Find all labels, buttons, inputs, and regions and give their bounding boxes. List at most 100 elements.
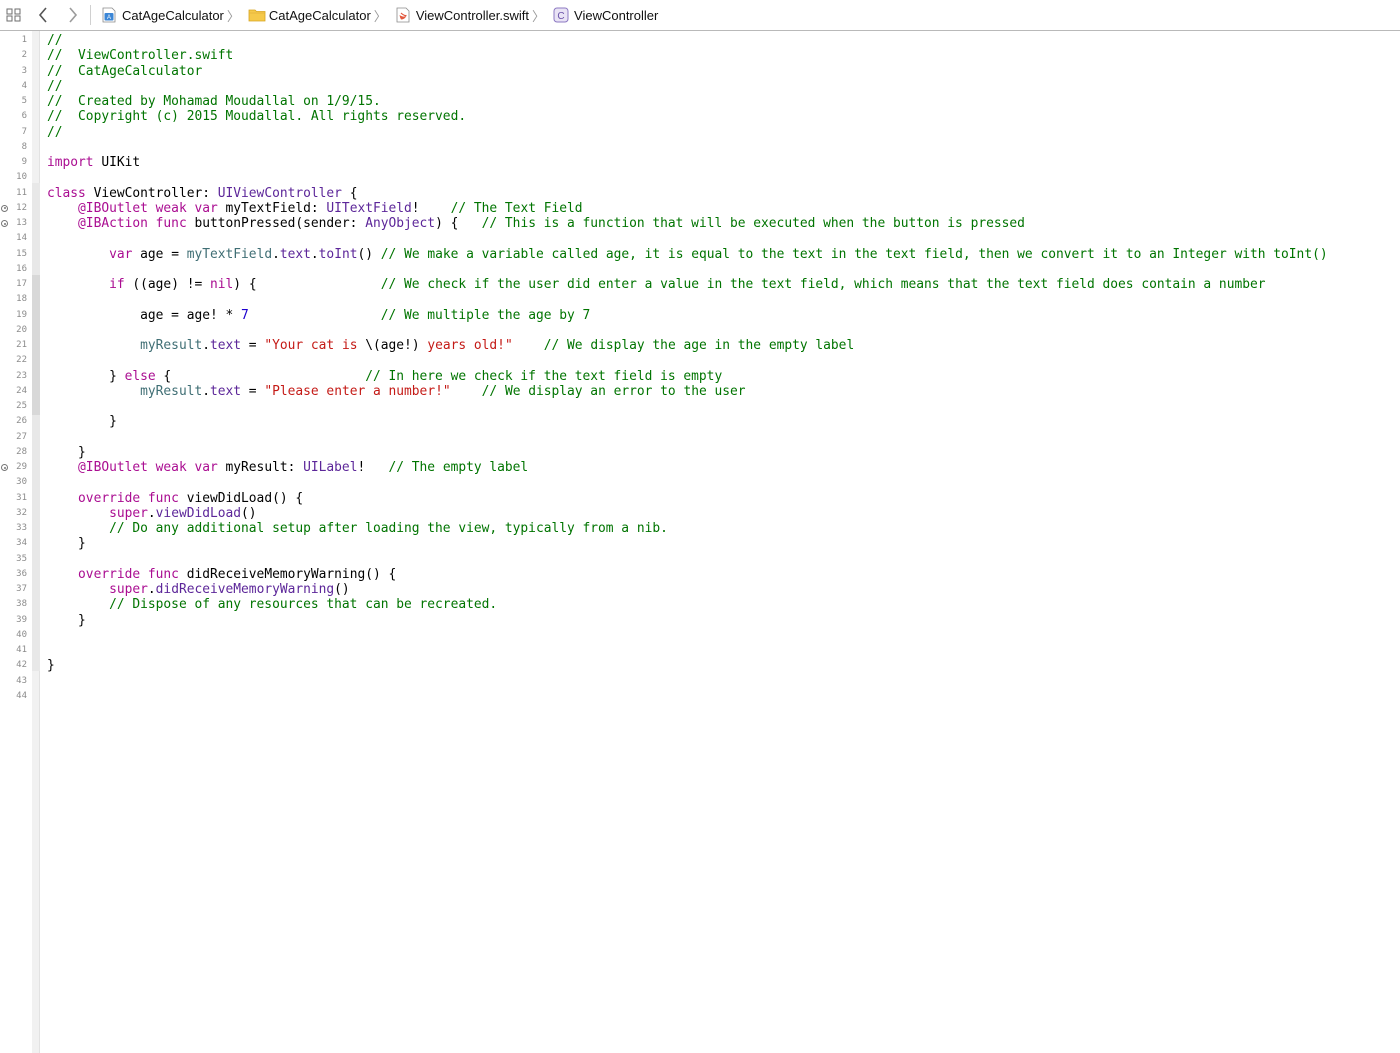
- code-line[interactable]: }: [47, 445, 86, 460]
- code-line[interactable]: }: [47, 613, 86, 628]
- gutter-line[interactable]: 7: [0, 125, 32, 140]
- gutter-line[interactable]: 28: [0, 445, 32, 460]
- code-line[interactable]: // Copyright (c) 2015 Moudallal. All rig…: [47, 109, 466, 124]
- code-line[interactable]: @IBOutlet weak var myTextField: UITextFi…: [47, 201, 582, 216]
- gutter-line[interactable]: 1: [0, 33, 32, 48]
- line-number-gutter[interactable]: 1 2 3 4 5 6 7 8 9 10 11 12 13 14 15 16 17 18 19 20 21 22 23 24 2…: [0, 31, 32, 1053]
- gutter-line[interactable]: 16: [0, 262, 32, 277]
- code-line[interactable]: //: [47, 79, 63, 94]
- gutter-line[interactable]: 42: [0, 658, 32, 673]
- gutter-line[interactable]: 29: [0, 460, 32, 475]
- gutter-line[interactable]: 41: [0, 643, 32, 658]
- gutter-line[interactable]: 24: [0, 384, 32, 399]
- code-line[interactable]: class ViewController: UIViewController {: [47, 186, 357, 201]
- code-line[interactable]: myResult.text = "Your cat is \(age!) yea…: [47, 338, 854, 353]
- gutter-line[interactable]: 19: [0, 308, 32, 323]
- gutter-line[interactable]: 15: [0, 247, 32, 262]
- code-token: .: [147, 582, 156, 597]
- gutter-line[interactable]: 5: [0, 94, 32, 109]
- chevron-left-icon[interactable]: [28, 0, 58, 31]
- code-token: .: [202, 383, 210, 399]
- code-token: text: [210, 338, 242, 353]
- fold-region-viewdidload[interactable]: [32, 488, 40, 549]
- gutter-line[interactable]: 40: [0, 628, 32, 643]
- gutter-line[interactable]: 26: [0, 414, 32, 429]
- code-line[interactable]: }: [47, 658, 55, 673]
- breadcrumb-group[interactable]: CatAgeCalculator 〉: [242, 0, 389, 31]
- line-number: 5: [21, 96, 27, 106]
- code-line[interactable]: // CatAgeCalculator: [47, 64, 202, 79]
- fold-region-if[interactable]: [32, 275, 40, 415]
- connected-outlet-icon[interactable]: [1, 220, 8, 227]
- gutter-line[interactable]: 3: [0, 64, 32, 79]
- gutter-line[interactable]: 2: [0, 48, 32, 63]
- gutter-line[interactable]: 27: [0, 430, 32, 445]
- gutter-line[interactable]: 36: [0, 567, 32, 582]
- code-line[interactable]: myResult.text = "Please enter a number!"…: [47, 383, 745, 399]
- gutter-line[interactable]: 10: [0, 170, 32, 185]
- source-editor[interactable]: //// ViewController.swift// CatAgeCalcul…: [40, 31, 1400, 1053]
- code-line[interactable]: var age = myTextField.text.toInt() // We…: [47, 247, 1328, 262]
- gutter-line[interactable]: 31: [0, 491, 32, 506]
- code-token: else: [124, 368, 156, 384]
- gutter-line[interactable]: 38: [0, 597, 32, 612]
- line-number: 25: [16, 401, 27, 411]
- gutter-line[interactable]: 23: [0, 369, 32, 384]
- code-line[interactable]: override func viewDidLoad() {: [47, 491, 303, 506]
- related-items-grid-icon[interactable]: [0, 0, 28, 31]
- code-line[interactable]: //: [47, 33, 63, 48]
- gutter-line[interactable]: 17: [0, 277, 32, 292]
- gutter-line[interactable]: 30: [0, 475, 32, 490]
- connected-outlet-icon[interactable]: [1, 204, 8, 212]
- breadcrumb-file[interactable]: ViewController.swift 〉: [389, 0, 547, 31]
- breadcrumb-class[interactable]: C ViewController: [547, 0, 658, 31]
- gutter-line[interactable]: 33: [0, 521, 32, 536]
- line-number: 18: [16, 294, 27, 305]
- connected-outlet-icon[interactable]: [1, 464, 8, 471]
- code-folding-ribbon[interactable]: [32, 31, 40, 1053]
- code-line[interactable]: if ((age) != nil) { // We check if the u…: [47, 277, 1265, 292]
- gutter-line[interactable]: 4: [0, 79, 32, 94]
- chevron-right-icon[interactable]: [58, 0, 88, 31]
- gutter-line[interactable]: 8: [0, 140, 32, 155]
- gutter-line[interactable]: 18: [0, 292, 32, 307]
- code-line[interactable]: } else { // In here we check if the text…: [47, 369, 722, 384]
- gutter-line[interactable]: 37: [0, 582, 32, 597]
- gutter-line[interactable]: 21: [0, 338, 32, 353]
- code-line[interactable]: import UIKit: [47, 155, 140, 170]
- code-line[interactable]: super.didReceiveMemoryWarning(): [47, 582, 350, 597]
- code-line[interactable]: // Dispose of any resources that can be …: [47, 597, 497, 612]
- gutter-line[interactable]: 39: [0, 613, 32, 628]
- code-line[interactable]: //: [47, 125, 63, 140]
- gutter-line[interactable]: 43: [0, 674, 32, 689]
- gutter-line[interactable]: 14: [0, 231, 32, 246]
- fold-region-memorywarning[interactable]: [32, 564, 40, 625]
- breadcrumb-project[interactable]: A CatAgeCalculator 〉: [95, 0, 242, 31]
- gutter-line[interactable]: 32: [0, 506, 32, 521]
- gutter-line[interactable]: 9: [0, 155, 32, 170]
- line-number: 10: [16, 172, 27, 183]
- code-line[interactable]: // Created by Mohamad Moudallal on 1/9/1…: [47, 94, 381, 109]
- code-line[interactable]: // ViewController.swift: [47, 48, 233, 63]
- gutter-line[interactable]: 6: [0, 109, 32, 124]
- gutter-line[interactable]: 12: [0, 201, 32, 216]
- code-line[interactable]: }: [47, 536, 86, 551]
- gutter-line[interactable]: 22: [0, 353, 32, 368]
- code-line[interactable]: // Do any additional setup after loading…: [47, 521, 668, 536]
- code-token: }: [47, 612, 86, 628]
- code-line[interactable]: @IBAction func buttonPressed(sender: Any…: [47, 216, 1025, 231]
- code-line[interactable]: age = age! * 7 // We multiple the age by…: [47, 308, 590, 323]
- code-line[interactable]: override func didReceiveMemoryWarning() …: [47, 567, 396, 582]
- code-line[interactable]: @IBOutlet weak var myResult: UILabel! //…: [47, 460, 528, 475]
- code-token: // ViewController.swift: [47, 48, 234, 64]
- code-line[interactable]: }: [47, 414, 117, 429]
- gutter-line[interactable]: 20: [0, 323, 32, 338]
- code-line[interactable]: super.viewDidLoad(): [47, 506, 256, 521]
- gutter-line[interactable]: 35: [0, 552, 32, 567]
- gutter-line[interactable]: 11: [0, 186, 32, 201]
- gutter-line[interactable]: 25: [0, 399, 32, 414]
- gutter-line[interactable]: 44: [0, 689, 32, 704]
- gutter-line[interactable]: 13: [0, 216, 32, 231]
- folder-icon: [248, 7, 266, 23]
- gutter-line[interactable]: 34: [0, 536, 32, 551]
